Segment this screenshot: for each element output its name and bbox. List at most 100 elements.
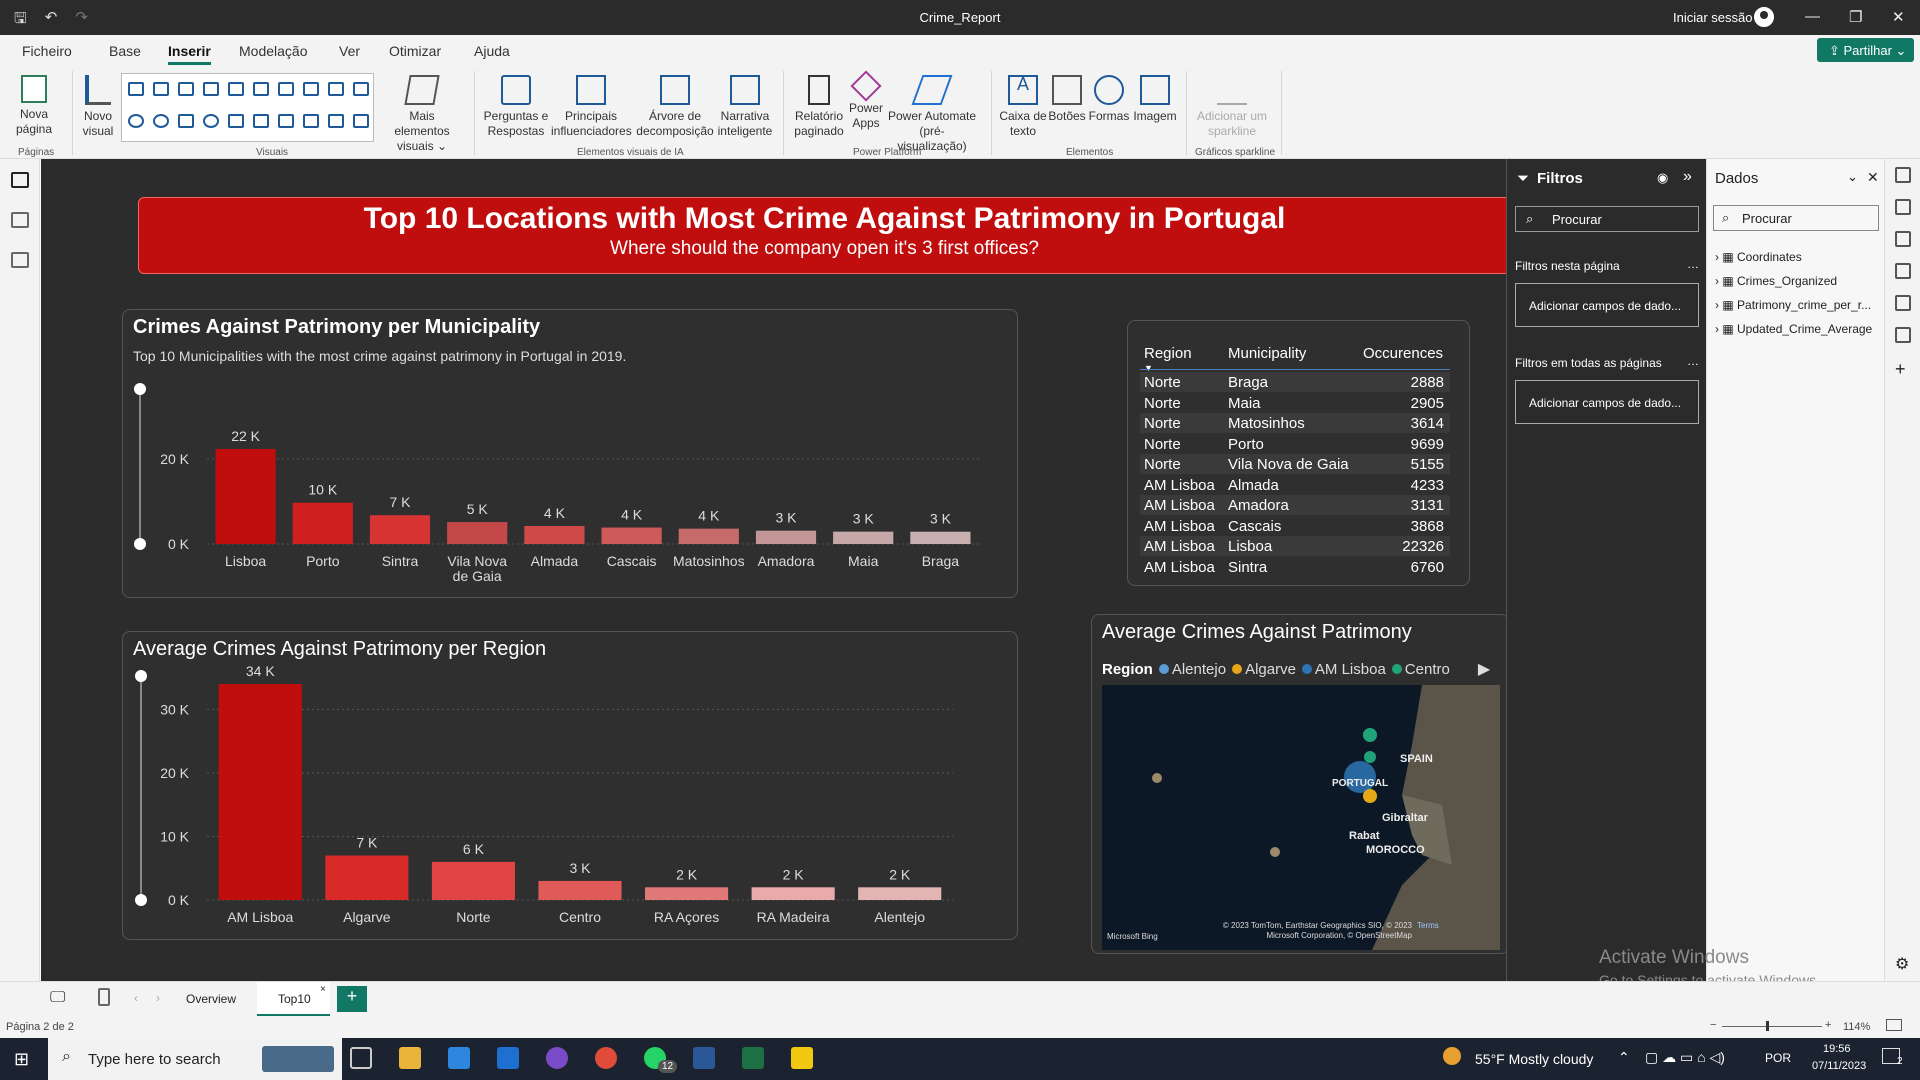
pie-chart-icon[interactable] <box>128 114 144 128</box>
clock-date[interactable]: 07/11/2023 <box>1812 1060 1866 1072</box>
add-pane-icon[interactable]: + <box>1895 359 1911 379</box>
table-view-icon[interactable] <box>11 212 29 228</box>
bookmark-icon[interactable] <box>1895 263 1911 279</box>
more-visuals-button[interactable]: Mais elementos visuais ⌄ <box>380 75 464 154</box>
map-bubble-acores[interactable] <box>1152 773 1162 783</box>
table-item-crimes-organized[interactable]: › ▦ Crimes_Organized <box>1715 269 1872 293</box>
collapse-filters-icon[interactable]: » <box>1683 168 1692 186</box>
visuals-gallery[interactable] <box>121 73 374 142</box>
power-apps-button[interactable]: Power Apps <box>846 70 886 131</box>
fit-page-icon[interactable] <box>1886 1019 1902 1031</box>
close-data-pane-icon[interactable]: ✕ <box>1867 169 1879 186</box>
sparkline-button[interactable]: Adicionar um sparkline <box>1191 75 1273 139</box>
mail-icon[interactable] <box>497 1047 519 1069</box>
table-row[interactable]: AM Lisboa Lisboa 22326 <box>1140 536 1450 556</box>
table-row[interactable]: Norte Porto 9699 <box>1140 433 1450 454</box>
waterfall-icon[interactable] <box>353 82 369 96</box>
menu-inserir[interactable]: Inserir <box>168 43 211 65</box>
more-options-icon[interactable]: … <box>1687 354 1699 368</box>
tray-chevron-icon[interactable]: ⌃ <box>1618 1049 1630 1066</box>
tab-overview[interactable]: Overview <box>186 992 236 1006</box>
windows-start-icon[interactable]: ⊞ <box>14 1049 29 1070</box>
restore-icon[interactable]: ❐ <box>1849 8 1862 26</box>
col-region[interactable]: Region <box>1144 345 1192 362</box>
map-bubble-centro[interactable] <box>1364 751 1376 763</box>
excel-icon[interactable] <box>742 1047 764 1069</box>
visibility-icon[interactable]: ◉ <box>1657 170 1668 186</box>
minimize-icon[interactable]: — <box>1805 8 1820 25</box>
treemap-icon[interactable] <box>178 114 194 128</box>
map-bubble-madeira[interactable] <box>1270 847 1280 857</box>
stacked-bar-icon[interactable] <box>128 82 144 96</box>
store-icon[interactable] <box>448 1047 470 1069</box>
power-bi-icon[interactable] <box>791 1047 813 1069</box>
zoom-thumb[interactable] <box>1766 1021 1769 1031</box>
mobile-layout-icon[interactable] <box>98 988 110 1006</box>
more-options-icon[interactable]: … <box>1687 257 1699 271</box>
stacked-column-icon[interactable] <box>153 82 169 96</box>
table-row[interactable]: Norte Matosinhos 3614 <box>1140 413 1450 433</box>
legend-item-algarve[interactable]: Algarve <box>1232 661 1296 678</box>
municipality-table[interactable]: Region ▼ Municipality Occurences Norte Br… <box>1127 320 1470 586</box>
table-row[interactable]: Norte Braga 2888 <box>1140 372 1450 392</box>
close-icon[interactable]: ✕ <box>1892 8 1905 26</box>
paginated-report-button[interactable]: Relatório paginado <box>789 75 849 139</box>
col-municipality[interactable]: Municipality <box>1228 345 1306 362</box>
line-chart-icon[interactable] <box>278 82 294 96</box>
chrome-icon[interactable] <box>595 1047 617 1069</box>
model-view-icon[interactable] <box>11 252 29 268</box>
language-indicator[interactable]: POR <box>1765 1051 1791 1065</box>
zoom-slider[interactable] <box>1722 1026 1822 1027</box>
clock-time[interactable]: 19:56 <box>1823 1043 1851 1055</box>
clustered-bar-icon[interactable] <box>178 82 194 96</box>
add-fields-all-pages[interactable]: Adicionar campos de dado... <box>1515 380 1699 424</box>
buttons-button[interactable]: Botões <box>1047 75 1087 124</box>
format-pane-icon[interactable] <box>1895 199 1911 215</box>
share-button[interactable]: ⇪ Partilhar ⌄ <box>1817 38 1914 62</box>
map-bubble-norte[interactable] <box>1363 728 1377 742</box>
next-page-icon[interactable]: › <box>156 991 160 1005</box>
region-chart-card[interactable]: Average Crimes Against Patrimony per Reg… <box>122 631 1018 940</box>
menu-ajuda[interactable]: Ajuda <box>474 43 510 59</box>
settings-icon[interactable]: ⚙ <box>1895 954 1911 973</box>
slicer-icon[interactable] <box>303 114 319 128</box>
menu-ver[interactable]: Ver <box>339 43 360 59</box>
chevron-down-icon[interactable]: ⌄ <box>1847 169 1858 185</box>
selection-icon[interactable] <box>1895 295 1911 311</box>
key-influencers-button[interactable]: Principais influenciadores <box>551 75 632 139</box>
card-icon[interactable] <box>253 114 269 128</box>
table-row[interactable]: AM Lisboa Almada 4233 <box>1140 474 1450 495</box>
table-row[interactable]: AM Lisboa Sintra 6760 <box>1140 556 1450 577</box>
legend-next-icon[interactable]: ▶ <box>1478 659 1490 679</box>
table-item-updated-average[interactable]: › ▦ Updated_Crime_Average <box>1715 317 1872 341</box>
map-icon[interactable] <box>203 114 219 128</box>
table-row[interactable]: Norte Vila Nova de Gaia 5155 <box>1140 454 1450 474</box>
map-area[interactable]: SPAIN PORTUGAL Gibraltar Rabat MOROCCO M… <box>1102 685 1500 950</box>
map-card[interactable]: Average Crimes Against Patrimony Region … <box>1091 614 1509 954</box>
menu-otimizar[interactable]: Otimizar <box>389 43 441 59</box>
zoom-out-icon[interactable]: − <box>1710 1019 1716 1031</box>
table-item-coordinates[interactable]: › ▦ Coordinates <box>1715 245 1872 269</box>
text-box-button[interactable]: A Caixa de texto <box>996 75 1050 139</box>
stacked-bar-100-icon[interactable] <box>228 82 244 96</box>
legend-item-centro[interactable]: Centro <box>1391 661 1450 678</box>
report-view-icon[interactable] <box>11 172 29 188</box>
filters-search-input[interactable]: ⌕ Procurar <box>1515 206 1699 232</box>
legend-item-am-lisboa[interactable]: AM Lisboa <box>1301 661 1386 678</box>
table-row[interactable]: AM Lisboa Amadora 3131 <box>1140 495 1450 515</box>
weather-text[interactable]: 55°F Mostly cloudy <box>1475 1051 1593 1067</box>
qna-button[interactable]: Perguntas e Respostas <box>481 75 551 139</box>
table-item-patrimony[interactable]: › ▦ Patrimony_crime_per_r... <box>1715 293 1872 317</box>
power-automate-button[interactable]: Power Automate (pré-visualização) <box>886 75 978 154</box>
gauge-icon[interactable] <box>228 114 244 128</box>
table-icon[interactable] <box>328 114 344 128</box>
desktop-layout-icon[interactable]: 🖵 <box>50 989 65 1007</box>
ribbon-chart-icon[interactable] <box>328 82 344 96</box>
map-bubble-algarve[interactable] <box>1363 789 1377 803</box>
new-visual-button[interactable]: Novo visual <box>78 75 118 139</box>
video-editor-icon[interactable] <box>546 1047 568 1069</box>
build-visual-icon[interactable] <box>1895 231 1911 247</box>
data-search-input[interactable]: ⌕ Procurar <box>1713 205 1879 231</box>
decomposition-tree-button[interactable]: Árvore de decomposição <box>633 75 717 139</box>
add-fields-this-page[interactable]: Adicionar campos de dado... <box>1515 283 1699 327</box>
